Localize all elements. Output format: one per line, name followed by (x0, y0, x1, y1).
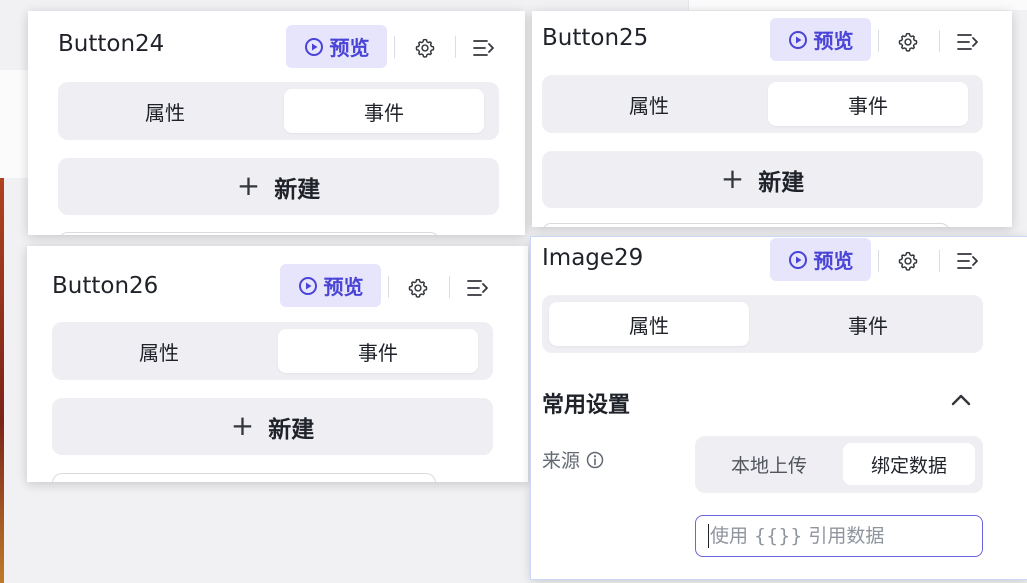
new-event-button[interactable]: + 新建 (542, 151, 983, 208)
tab-events[interactable]: 事件 (768, 302, 968, 346)
field-label-source: 来源 (542, 446, 604, 473)
divider (455, 36, 456, 58)
panel-tabs: 属性 事件 (52, 322, 493, 380)
tab-properties[interactable]: 属性 (65, 89, 265, 133)
divider (878, 30, 879, 52)
config-panel-image29: Image29 预览 属性 事件 常用设置 来源 本地上传 绑定数据 (531, 237, 1027, 579)
panel-tabs: 属性 事件 (542, 295, 983, 353)
list-item-peek (58, 232, 440, 235)
tab-properties[interactable]: 属性 (549, 82, 749, 126)
preview-button[interactable]: 预览 (770, 238, 871, 281)
collapse-right-icon[interactable] (956, 250, 980, 272)
new-event-button[interactable]: + 新建 (52, 398, 493, 455)
panel-tabs: 属性 事件 (58, 82, 499, 140)
divider (394, 36, 395, 58)
panel-title: Image29 (542, 245, 644, 271)
new-button-label: 新建 (274, 176, 321, 203)
preview-label: 预览 (329, 36, 370, 60)
preview-label: 预览 (813, 249, 854, 273)
panel-title: Button26 (52, 273, 159, 299)
divider (878, 250, 879, 272)
plus-icon: + (236, 168, 261, 202)
source-label: 来源 (542, 450, 581, 472)
divider (939, 30, 940, 52)
play-circle-icon (788, 30, 807, 49)
panel-tabs: 属性 事件 (542, 75, 983, 133)
tab-events[interactable]: 事件 (768, 82, 968, 126)
play-circle-icon (304, 37, 323, 56)
play-circle-icon (298, 276, 317, 295)
list-item-peek (542, 223, 950, 227)
tab-properties[interactable]: 属性 (59, 329, 259, 373)
collapse-right-icon[interactable] (956, 31, 980, 53)
collapse-right-icon[interactable] (466, 277, 490, 299)
divider (449, 276, 450, 298)
section-title: 常用设置 (542, 393, 631, 418)
preview-button[interactable]: 预览 (770, 18, 871, 61)
background-area (0, 70, 28, 178)
tab-properties[interactable]: 属性 (549, 302, 749, 346)
config-panel-button25: Button25 预览 属性 事件 + 新建 (532, 11, 1012, 227)
preview-label: 预览 (323, 275, 364, 299)
source-option-local-upload[interactable]: 本地上传 (703, 443, 835, 485)
bind-data-input[interactable] (695, 515, 983, 557)
source-segmented-control: 本地上传 绑定数据 (695, 436, 983, 493)
background-area (688, 0, 1027, 10)
preview-label: 预览 (813, 29, 854, 53)
divider (939, 250, 940, 272)
list-item-peek (52, 473, 436, 482)
background-image-strip (0, 178, 4, 583)
config-panel-button26: Button26 预览 属性 事件 + 新建 (27, 246, 528, 482)
panel-title: Button24 (58, 31, 165, 57)
tab-events[interactable]: 事件 (278, 329, 478, 373)
text-caret (708, 524, 709, 548)
preview-button[interactable]: 预览 (280, 264, 381, 307)
new-button-label: 新建 (268, 416, 315, 443)
panel-title: Button25 (542, 25, 649, 51)
plus-icon: + (230, 408, 255, 442)
source-option-bind-data[interactable]: 绑定数据 (843, 443, 975, 485)
new-event-button[interactable]: + 新建 (58, 158, 499, 215)
tab-events[interactable]: 事件 (284, 89, 484, 133)
gear-icon[interactable] (897, 31, 919, 53)
play-circle-icon (788, 250, 807, 269)
chevron-up-icon[interactable] (949, 388, 973, 412)
new-button-label: 新建 (758, 169, 805, 196)
gear-icon[interactable] (414, 37, 436, 59)
divider (388, 276, 389, 298)
preview-button[interactable]: 预览 (286, 25, 387, 68)
collapse-right-icon[interactable] (472, 37, 496, 59)
plus-icon: + (720, 161, 745, 195)
gear-icon[interactable] (407, 277, 429, 299)
config-panel-button24: Button24 预览 属性 事件 + 新建 (28, 11, 525, 235)
info-icon[interactable] (586, 451, 604, 469)
gear-icon[interactable] (897, 250, 919, 272)
